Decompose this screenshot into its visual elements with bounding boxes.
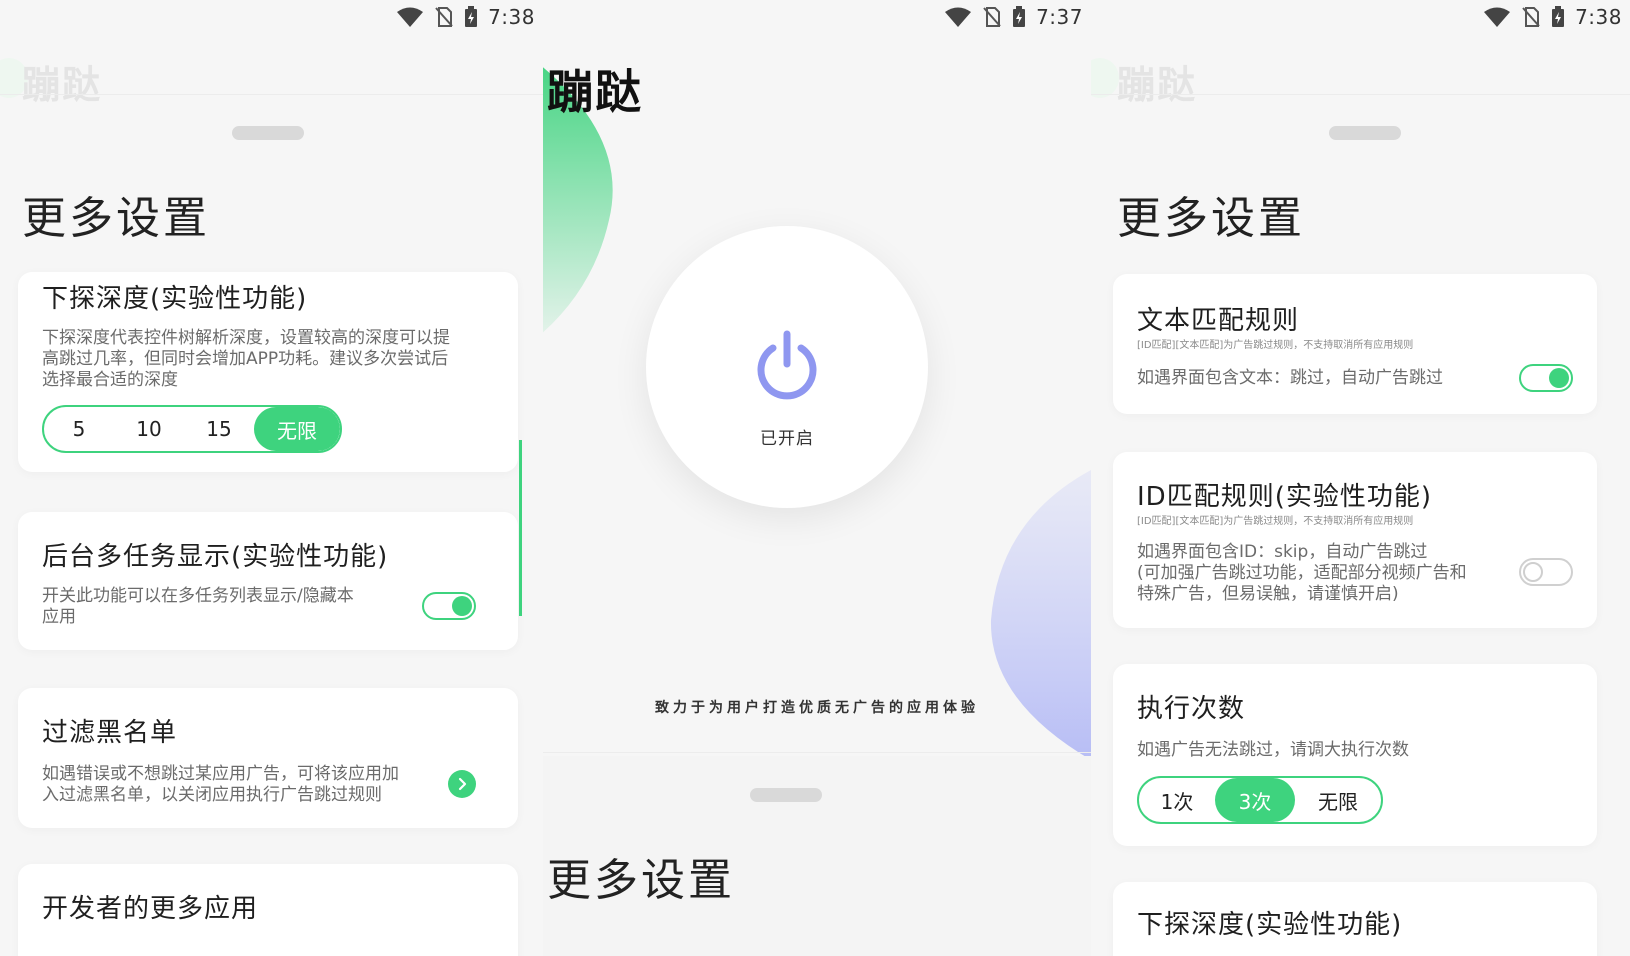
multitask-toggle[interactable]	[422, 592, 476, 620]
toggle-knob	[1523, 562, 1543, 582]
id-rule-desc-line-3: 特殊广告，但易误触，请谨慎开启)	[1137, 584, 1399, 604]
exec-count-option-unlimited[interactable]: 无限	[1295, 778, 1381, 822]
text-rule-title: 文本匹配规则	[1137, 306, 1300, 336]
depth-title: 下探深度(实验性功能)	[42, 284, 308, 314]
header-divider	[0, 94, 543, 95]
power-status-label: 已开启	[760, 429, 814, 449]
wifi-icon	[1484, 7, 1511, 27]
exec-count-card: 执行次数 如遇广告无法跳过，请调大执行次数 1次 3次 无限	[1113, 664, 1597, 846]
screen-more-settings-1: 7:38 蹦跶 更多设置 下探深度(实验性功能) 下探深度代表控件树解析深度，设…	[0, 0, 543, 956]
main-divider	[543, 752, 1091, 753]
sheet-drag-handle[interactable]	[750, 788, 822, 802]
depth-title-partial: 下探深度(实验性功能)	[1137, 910, 1403, 940]
depth-option-15[interactable]: 15	[184, 407, 254, 451]
power-button[interactable]: 已开启	[646, 226, 928, 508]
multitask-desc-line-2: 应用	[42, 607, 76, 627]
depth-card-partial: 下探深度(实验性功能)	[1113, 882, 1597, 956]
exec-count-segmented-control: 1次 3次 无限	[1137, 776, 1383, 824]
scroll-indicator	[519, 440, 522, 616]
status-time: 7:38	[1575, 5, 1622, 29]
app-title: 蹦跶	[547, 65, 643, 119]
text-rule-card: 文本匹配规则 [ID匹配][文本匹配]为广告跳过规则，不支持取消所有应用规则 如…	[1113, 274, 1597, 414]
id-rule-title: ID匹配规则(实验性功能)	[1137, 482, 1432, 512]
status-bar: 7:38	[1091, 0, 1630, 34]
blacklist-desc-line-2: 入过滤黑名单，以关闭应用执行广告跳过规则	[42, 785, 382, 805]
status-bar: 7:38	[0, 0, 543, 34]
toggle-knob	[452, 596, 472, 616]
header-leaf-decoration	[1091, 58, 1119, 98]
exec-count-title: 执行次数	[1137, 694, 1246, 724]
id-rule-desc-line-1: 如遇界面包含ID：skip，自动广告跳过	[1137, 542, 1428, 562]
faded-app-title: 蹦跶	[22, 63, 103, 107]
depth-segmented-control: 5 10 15 无限	[42, 405, 342, 453]
depth-option-10[interactable]: 10	[114, 407, 184, 451]
depth-option-5[interactable]: 5	[44, 407, 114, 451]
no-sim-icon	[983, 7, 1001, 27]
sheet-drag-handle[interactable]	[232, 126, 304, 140]
blacklist-title: 过滤黑名单	[42, 718, 178, 748]
status-time: 7:38	[488, 5, 535, 29]
multitask-card: 后台多任务显示(实验性功能) 开关此功能可以在多任务列表显示/隐藏本 应用	[18, 512, 518, 650]
screen-main: 7:37 蹦跶 已开启 致力于为用户打造优质无广告的应用体验 更多设置	[543, 0, 1091, 956]
battery-charging-icon	[1552, 6, 1565, 27]
sheet-drag-handle[interactable]	[1329, 126, 1401, 140]
blacklist-desc-line-1: 如遇错误或不想跳过某应用广告，可将该应用加	[42, 764, 399, 784]
depth-option-unlimited[interactable]: 无限	[254, 407, 340, 451]
more-apps-card[interactable]: 开发者的更多应用	[18, 864, 518, 956]
multitask-title: 后台多任务显示(实验性功能)	[42, 542, 389, 572]
id-rule-subnote: [ID匹配][文本匹配]为广告跳过规则，不支持取消所有应用规则	[1137, 516, 1414, 527]
exec-count-option-1[interactable]: 1次	[1139, 778, 1215, 822]
depth-desc-line-2: 高跳过几率，但同时会增加APP功耗。建议多次尝试后	[42, 349, 449, 369]
text-rule-desc: 如遇界面包含文本：跳过，自动广告跳过	[1137, 368, 1443, 388]
sheet-title: 更多设置	[547, 855, 735, 906]
no-sim-icon	[435, 7, 453, 27]
status-time: 7:37	[1036, 5, 1083, 29]
power-icon	[757, 330, 817, 400]
id-rule-card: ID匹配规则(实验性功能) [ID匹配][文本匹配]为广告跳过规则，不支持取消所…	[1113, 452, 1597, 628]
text-rule-toggle[interactable]	[1519, 364, 1573, 392]
wifi-icon	[397, 7, 424, 27]
screen-more-settings-2: 7:38 蹦跶 更多设置 文本匹配规则 [ID匹配][文本匹配]为广告跳过规则，…	[1091, 0, 1630, 956]
depth-desc-line-1: 下探深度代表控件树解析深度，设置较高的深度可以提	[42, 328, 450, 348]
toggle-knob	[1549, 368, 1569, 388]
slogan: 致力于为用户打造优质无广告的应用体验	[655, 700, 979, 716]
header-divider	[1091, 94, 1630, 95]
sheet-title: 更多设置	[1117, 193, 1305, 244]
more-apps-title: 开发者的更多应用	[42, 894, 259, 924]
sheet-title: 更多设置	[22, 193, 210, 244]
depth-desc-line-3: 选择最合适的深度	[42, 370, 178, 390]
depth-card: 下探深度(实验性功能) 下探深度代表控件树解析深度，设置较高的深度可以提 高跳过…	[18, 272, 518, 472]
exec-count-desc: 如遇广告无法跳过，请调大执行次数	[1137, 740, 1409, 760]
blacklist-card[interactable]: 过滤黑名单 如遇错误或不想跳过某应用广告，可将该应用加 入过滤黑名单，以关闭应用…	[18, 688, 518, 828]
exec-count-option-3[interactable]: 3次	[1215, 778, 1295, 822]
id-rule-toggle[interactable]	[1519, 558, 1573, 586]
status-bar: 7:37	[543, 0, 1091, 34]
no-sim-icon	[1522, 7, 1540, 27]
id-rule-desc-line-2: (可加强广告跳过功能，适配部分视频广告和	[1137, 563, 1467, 583]
chevron-right-icon[interactable]	[448, 770, 476, 798]
multitask-desc-line-1: 开关此功能可以在多任务列表显示/隐藏本	[42, 586, 354, 606]
settings-sheet-peek[interactable]: 更多设置	[543, 756, 1091, 956]
battery-charging-icon	[1013, 6, 1026, 27]
text-rule-subnote: [ID匹配][文本匹配]为广告跳过规则，不支持取消所有应用规则	[1137, 340, 1414, 351]
battery-charging-icon	[465, 6, 478, 27]
faded-app-title: 蹦跶	[1117, 63, 1198, 107]
wifi-icon	[945, 7, 972, 27]
